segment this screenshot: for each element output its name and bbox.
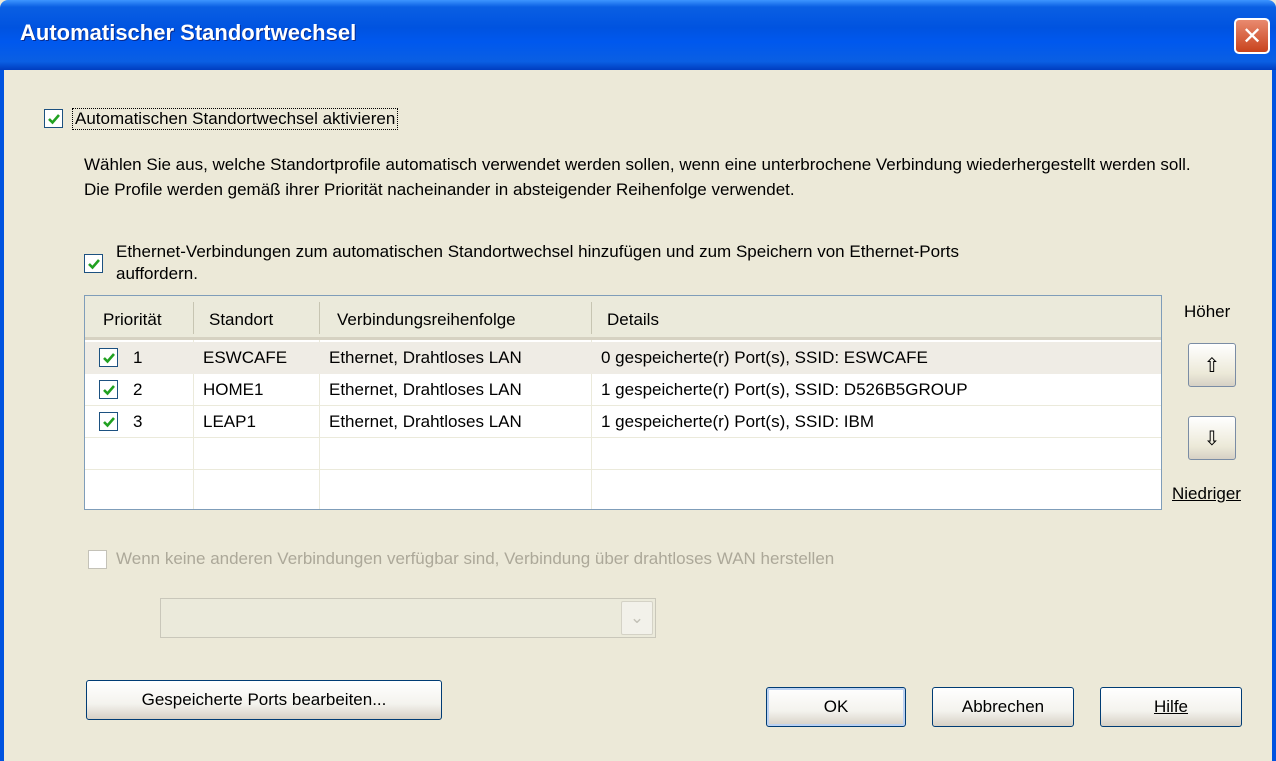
enable-auto-switch-label[interactable]: Automatischen Standortwechsel aktivieren <box>72 108 399 130</box>
connection-order-cell: Ethernet, Drahtloses LAN <box>329 348 522 367</box>
close-icon: ✕ <box>1241 22 1263 50</box>
column-header-location[interactable]: Standort <box>209 310 273 330</box>
priority-cell: 1 <box>133 348 143 367</box>
ethernet-label-line2[interactable]: auffordern. <box>116 264 198 284</box>
ethernet-label-line1[interactable]: Ethernet-Verbindungen zum automatischen … <box>116 242 959 262</box>
column-header-details[interactable]: Details <box>607 310 659 330</box>
wan-fallback-label: Wenn keine anderen Verbindungen verfügba… <box>116 549 835 568</box>
column-header-connection-order[interactable]: Verbindungsreihenfolge <box>337 310 516 330</box>
window-title: Automatischer Standortwechsel <box>20 20 357 45</box>
edit-saved-ports-button[interactable]: Gespeicherte Ports bearbeiten... <box>86 680 442 720</box>
wan-connection-dropdown[interactable]: ⌄ <box>160 598 656 638</box>
connection-order-cell: Ethernet, Drahtloses LAN <box>329 380 522 399</box>
move-up-button[interactable]: ⇧ <box>1188 343 1236 387</box>
location-table[interactable]: Priorität Standort Verbindungsreihenfolg… <box>84 295 1162 510</box>
grid-line <box>85 469 1161 470</box>
checkmark-icon <box>102 416 115 427</box>
ethernet-checkbox[interactable] <box>84 254 103 273</box>
row-enable-checkbox[interactable] <box>99 348 118 367</box>
wan-fallback-checkbox[interactable] <box>88 550 107 569</box>
column-header-priority[interactable]: Priorität <box>103 310 162 330</box>
table-row[interactable]: 2 HOME1 Ethernet, Drahtloses LAN 1 gespe… <box>85 374 1161 406</box>
table-row[interactable]: 1 ESWCAFE Ethernet, Drahtloses LAN 0 ges… <box>85 342 1161 374</box>
lower-label: Niedriger <box>1172 484 1241 503</box>
ok-label: OK <box>823 697 849 716</box>
cancel-label: Abbrechen <box>961 697 1045 716</box>
details-cell: 1 gespeicherte(r) Port(s), SSID: D526B5G… <box>601 380 968 399</box>
arrow-down-icon: ⇩ <box>1203 427 1221 450</box>
checkmark-icon <box>102 384 115 395</box>
details-cell: 0 gespeicherte(r) Port(s), SSID: ESWCAFE <box>601 348 928 367</box>
help-button[interactable]: Hilfe <box>1100 687 1242 727</box>
title-bar: Automatischer Standortwechsel ✕ <box>0 0 1276 70</box>
move-down-button[interactable]: ⇩ <box>1188 416 1236 460</box>
checkmark-icon <box>102 352 115 363</box>
description-text: Wählen Sie aus, welche Standortprofile a… <box>84 155 1191 199</box>
connection-order-cell: Ethernet, Drahtloses LAN <box>329 412 522 431</box>
dropdown-arrow-button[interactable]: ⌄ <box>621 601 653 635</box>
arrow-up-icon: ⇧ <box>1203 354 1221 377</box>
close-button[interactable]: ✕ <box>1234 18 1270 54</box>
checkmark-icon <box>87 258 100 269</box>
chevron-down-icon: ⌄ <box>629 608 645 627</box>
help-label: Hilfe <box>1153 697 1188 716</box>
checkmark-icon <box>47 113 60 124</box>
table-row[interactable]: 3 LEAP1 Ethernet, Drahtloses LAN 1 gespe… <box>85 406 1161 438</box>
row-enable-checkbox[interactable] <box>99 380 118 399</box>
table-header: Priorität Standort Verbindungsreihenfolg… <box>85 296 1161 340</box>
row-enable-checkbox[interactable] <box>99 412 118 431</box>
priority-cell: 3 <box>133 412 143 431</box>
edit-saved-ports-label: Gespeicherte Ports bearbeiten... <box>141 690 387 709</box>
higher-label: Höher <box>1184 302 1231 321</box>
column-divider[interactable] <box>319 302 320 334</box>
location-cell: ESWCAFE <box>203 348 288 367</box>
column-divider[interactable] <box>591 302 592 334</box>
location-cell: HOME1 <box>203 380 264 399</box>
details-cell: 1 gespeicherte(r) Port(s), SSID: IBM <box>601 412 875 431</box>
ok-button[interactable]: OK <box>766 687 906 727</box>
column-divider[interactable] <box>193 302 194 334</box>
priority-cell: 2 <box>133 380 143 399</box>
enable-auto-switch-checkbox[interactable] <box>44 109 63 128</box>
cancel-button[interactable]: Abbrechen <box>932 687 1074 727</box>
location-cell: LEAP1 <box>203 412 256 431</box>
